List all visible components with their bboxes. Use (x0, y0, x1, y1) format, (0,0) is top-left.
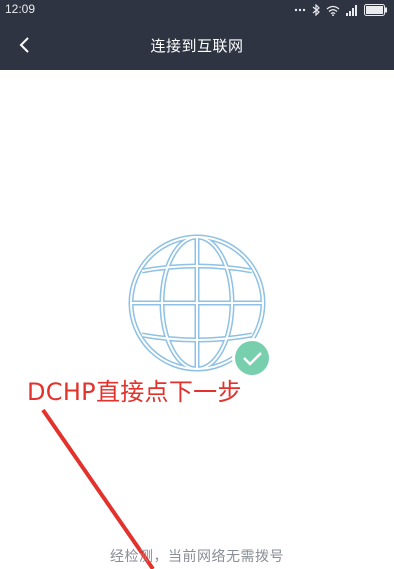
page-title: 连接到互联网 (150, 37, 244, 55)
nav-bar: 连接到互联网 (0, 20, 394, 70)
status-time: 12:09 (5, 2, 36, 16)
annotation-text: DCHP直接点下一步 (27, 378, 242, 406)
status-bar: 12:09 (0, 0, 394, 20)
wifi-icon (326, 5, 340, 16)
status-icons (294, 2, 388, 18)
battery-icon (364, 4, 388, 16)
cellular-icon (346, 4, 358, 16)
signal-dots-icon (294, 5, 306, 15)
bluetooth-icon (312, 4, 320, 16)
detection-status-text: 经检测，当前网络无需拨号 (110, 549, 284, 565)
